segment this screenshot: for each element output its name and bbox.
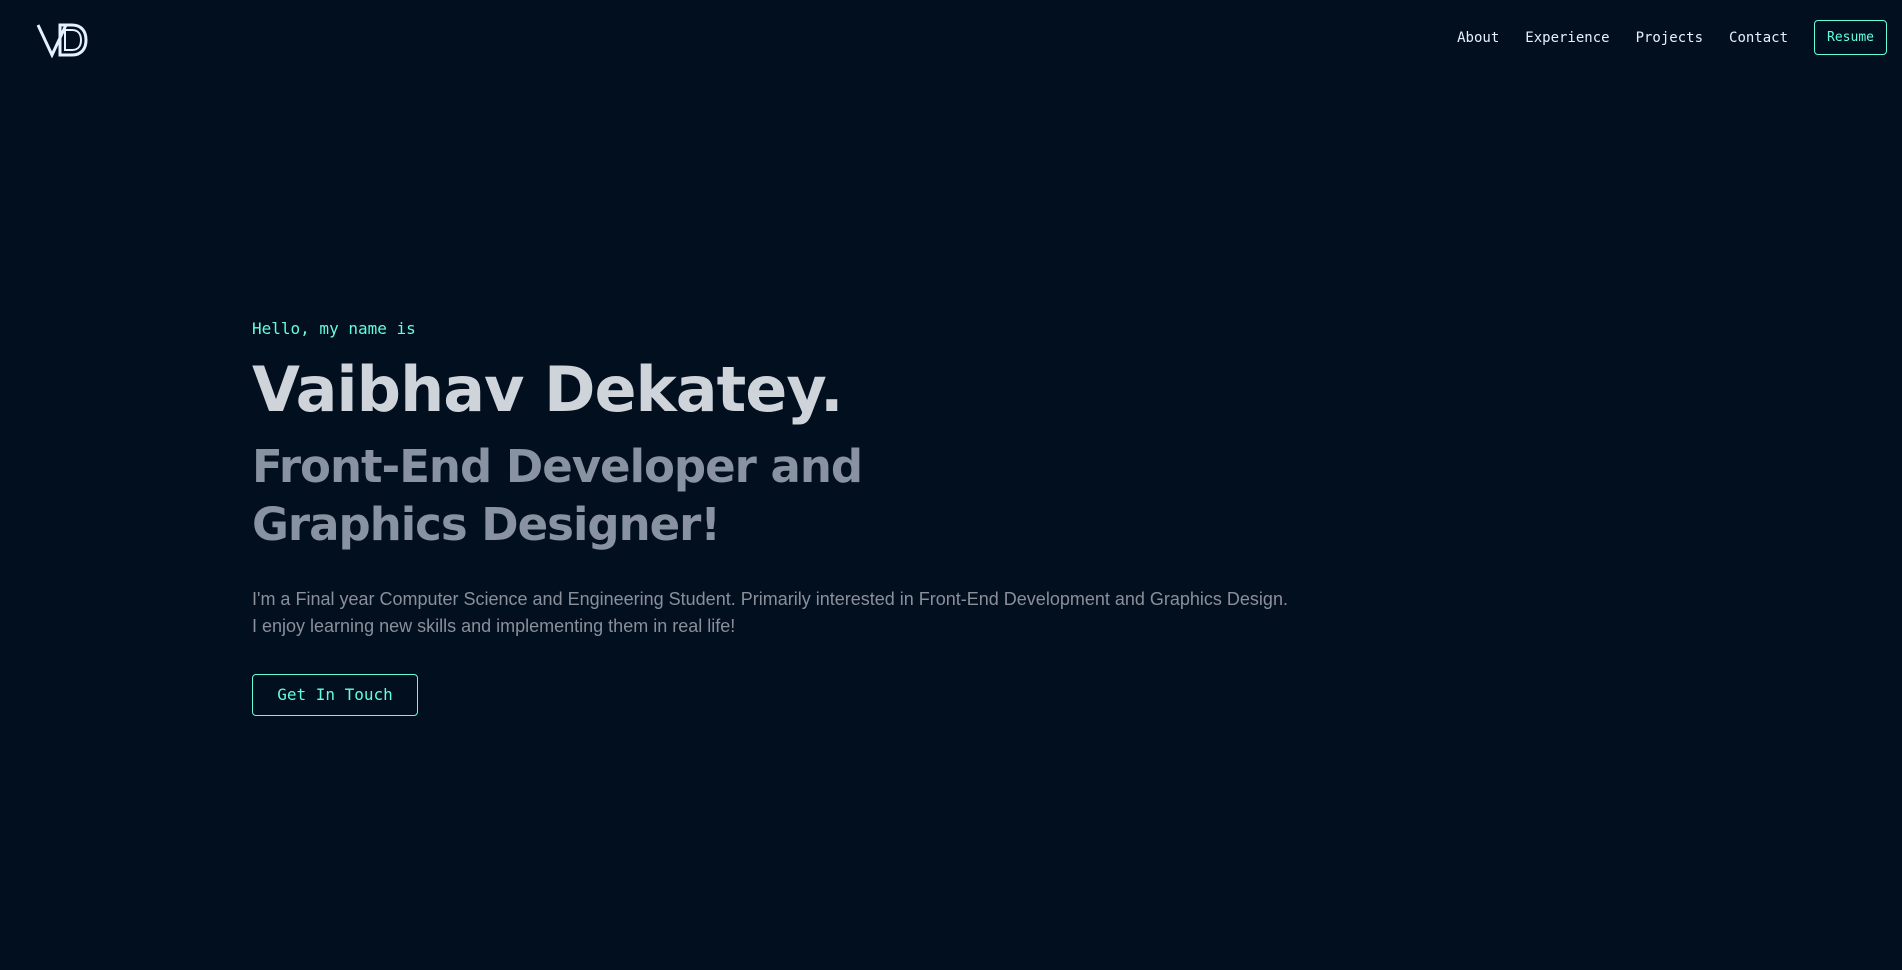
hero-bio: I'm a Final year Computer Science and En… (252, 586, 1352, 640)
navbar: About Experience Projects Contact Resume (0, 0, 1902, 80)
nav-link-experience[interactable]: Experience (1525, 30, 1609, 46)
nav-link-contact[interactable]: Contact (1729, 30, 1788, 46)
hero-tagline: Front-End Developer and Graphics Designe… (252, 438, 1352, 554)
hero-bio-line1: I'm a Final year Computer Science and En… (252, 589, 1288, 609)
hero-bio-line2: I enjoy learning new skills and implemen… (252, 616, 736, 636)
hero-tagline-line2: Graphics Designer! (252, 498, 721, 551)
get-in-touch-button[interactable]: Get In Touch (252, 674, 418, 716)
nav-links: About Experience Projects Contact Resume (1457, 20, 1887, 55)
vd-monogram-logo-icon[interactable] (36, 22, 88, 59)
hero-greeting: Hello, my name is (252, 319, 416, 338)
hero-tagline-line1: Front-End Developer and (252, 440, 863, 493)
resume-button[interactable]: Resume (1814, 20, 1887, 55)
hero-name: Vaibhav Dekatey. (252, 353, 844, 426)
nav-link-about[interactable]: About (1457, 30, 1499, 46)
nav-link-projects[interactable]: Projects (1636, 30, 1703, 46)
hero-section: Hello, my name is Vaibhav Dekatey. Front… (252, 318, 1352, 716)
